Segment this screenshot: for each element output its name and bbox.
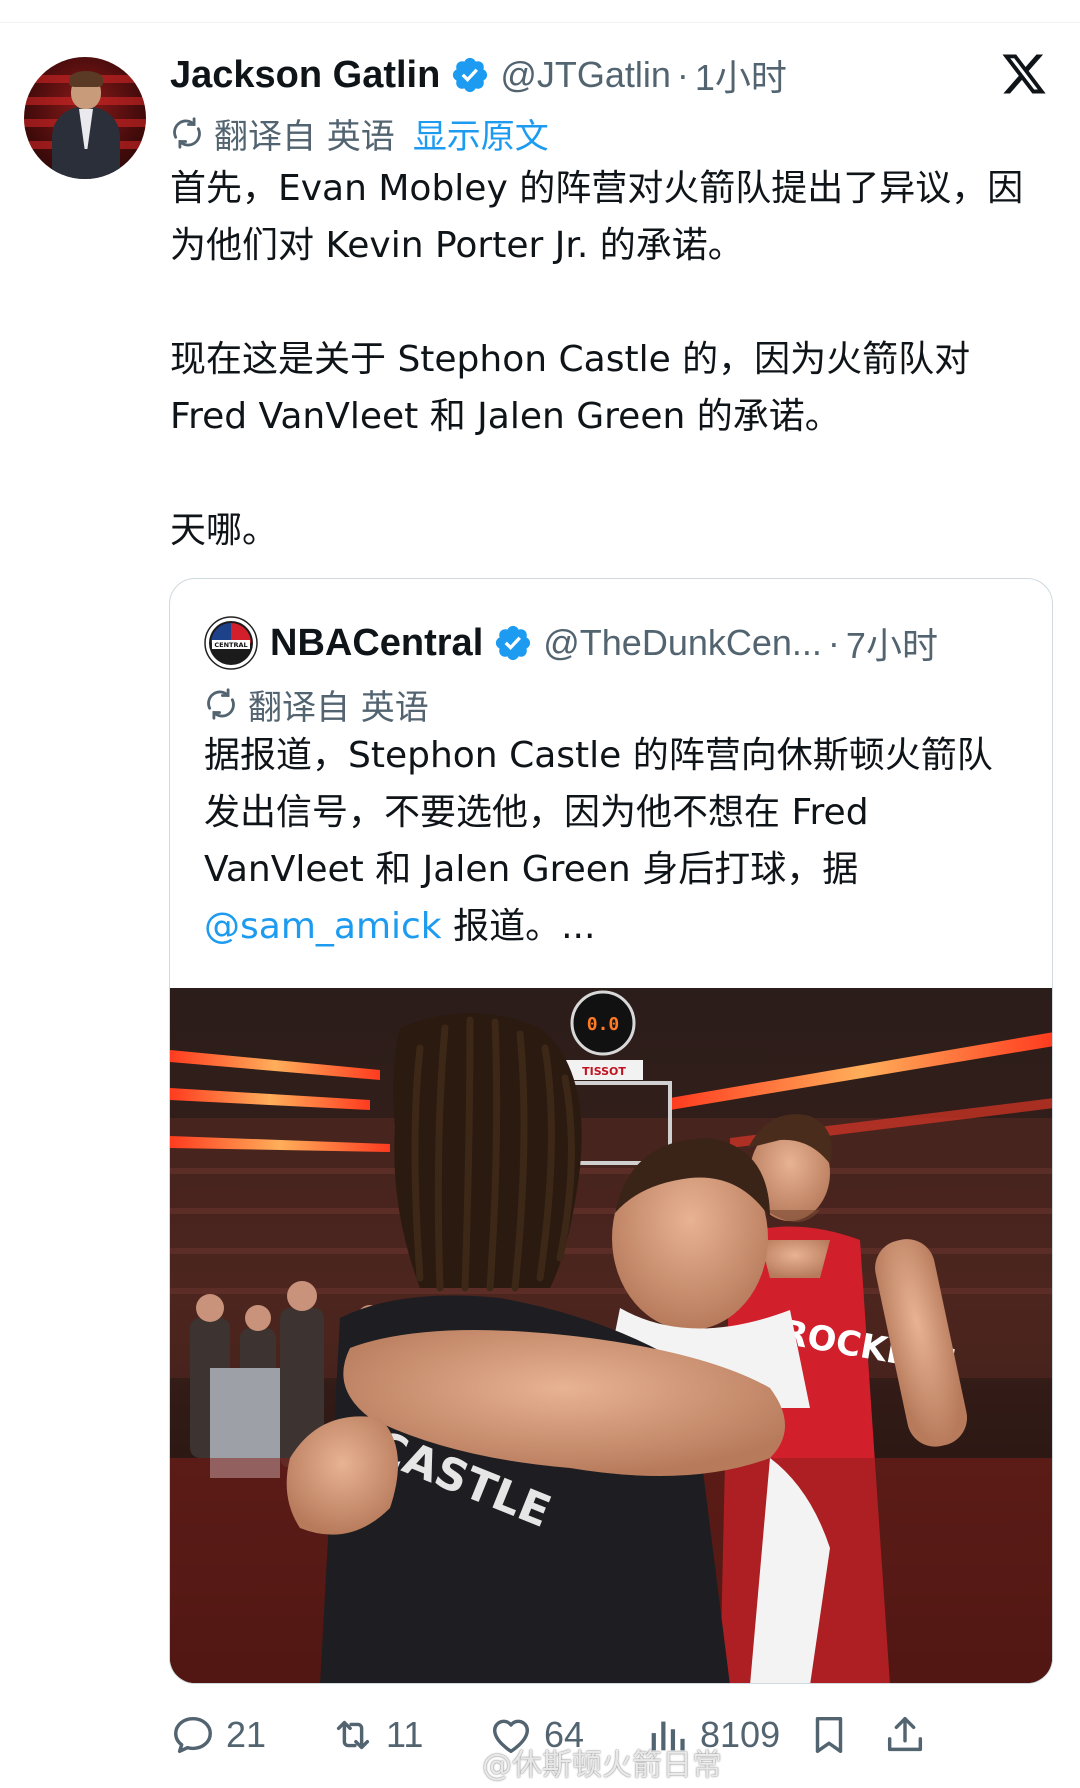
quoted-tweet-photo[interactable]: 0.0 TISSOT ROCKETS CASTLE xyxy=(170,988,1052,1683)
author-handle[interactable]: @JTGatlin xyxy=(500,54,671,96)
scoreboard-text: 0.0 xyxy=(587,1014,620,1035)
quoted-tweet-header: CENTRAL NBACentral @TheDunkCen... · 7小时 xyxy=(204,615,938,671)
avatar-badge-text: CENTRAL xyxy=(214,641,247,649)
nbacentral-avatar[interactable]: CENTRAL xyxy=(204,616,258,670)
quoted-translation-label: 翻译自 英语 xyxy=(248,687,429,728)
quoted-tweet-body: 据报道，Stephon Castle 的阵营向休斯顿火箭队发出信号，不要选他，因… xyxy=(204,727,1024,955)
quoted-separator: · xyxy=(827,622,840,663)
watermark-text: @休斯顿火箭日常 xyxy=(482,1748,722,1783)
translate-icon xyxy=(173,117,201,149)
top-divider xyxy=(0,22,1080,23)
share-icon xyxy=(887,1716,923,1752)
retweet-count: 11 xyxy=(386,1714,424,1755)
mention-link[interactable]: @sam_amick xyxy=(204,906,442,947)
x-logo-icon xyxy=(1002,54,1046,94)
author-avatar[interactable] xyxy=(24,57,146,179)
weibo-watermark: @休斯顿火箭日常 xyxy=(438,1742,722,1783)
reply-button[interactable]: 21 xyxy=(170,1705,266,1765)
quoted-translation-row: 翻译自 英语 xyxy=(204,679,429,729)
tweet-body: 首先，Evan Mobley 的阵营对火箭队提出了异议，因为他们对 Kevin … xyxy=(170,160,1050,559)
verified-badge-icon xyxy=(453,57,488,93)
tweet-paragraph: 天哪。 xyxy=(170,510,279,551)
translation-label: 翻译自 英语 xyxy=(214,116,395,157)
quoted-tweet-card[interactable]: CENTRAL NBACentral @TheDunkCen... · 7小时 … xyxy=(169,578,1053,1684)
author-display-name[interactable]: Jackson Gatlin xyxy=(170,54,440,97)
reply-count: 21 xyxy=(226,1714,267,1755)
quoted-text-after: 报道。... xyxy=(441,906,596,947)
quoted-display-name[interactable]: NBACentral xyxy=(270,622,483,665)
translation-row: 翻译自 英语 显示原文 xyxy=(170,108,549,158)
quoted-text-before: 据报道，Stephon Castle 的阵营向休斯顿火箭队发出信号，不要选他，因… xyxy=(204,735,993,890)
share-button[interactable] xyxy=(882,1705,938,1765)
tweet-paragraph: 首先，Evan Mobley 的阵营对火箭队提出了异议，因为他们对 Kevin … xyxy=(170,168,1024,266)
verified-badge-icon xyxy=(496,625,531,661)
translate-icon xyxy=(207,688,235,720)
quoted-timestamp[interactable]: 7小时 xyxy=(846,617,938,669)
weibo-logo-icon xyxy=(439,1748,476,1777)
bookmark-icon xyxy=(815,1716,843,1754)
sponsor-text: TISSOT xyxy=(582,1065,626,1078)
show-original-link[interactable]: 显示原文 xyxy=(413,109,549,158)
retweet-icon xyxy=(336,1720,370,1750)
basketball-hug-illustration: 0.0 TISSOT ROCKETS CASTLE xyxy=(170,988,1052,1683)
tweet-timestamp[interactable]: 1小时 xyxy=(695,49,787,101)
retweet-button[interactable]: 11 xyxy=(330,1705,423,1765)
bookmark-button[interactable] xyxy=(806,1705,862,1765)
quoted-handle[interactable]: @TheDunkCen... xyxy=(543,622,822,664)
reply-icon xyxy=(174,1716,212,1754)
header-separator: · xyxy=(676,54,689,95)
tweet-paragraph: 现在这是关于 Stephon Castle 的，因为火箭队对 Fred VanV… xyxy=(170,339,971,437)
tweet-header: Jackson Gatlin @JTGatlin · 1小时 xyxy=(170,40,787,110)
